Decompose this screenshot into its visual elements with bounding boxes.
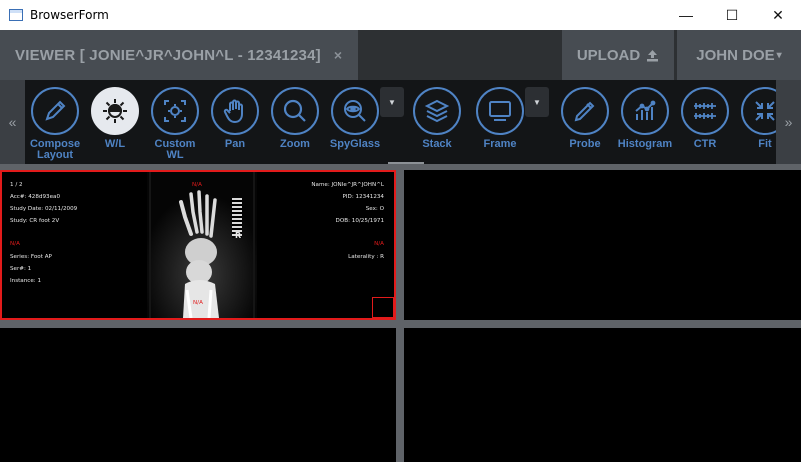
tool-label: Compose Layout — [29, 138, 81, 161]
tool-label: Probe — [569, 138, 601, 150]
tool-stack[interactable]: Stack — [407, 87, 467, 157]
user-menu-button[interactable]: JOHN DOE ▾ — [677, 30, 801, 80]
window-titlebar: BrowserForm — ☐ ✕ — [0, 0, 801, 30]
laterality-marker: R — [235, 231, 242, 240]
chevron-down-icon: ▾ — [776, 49, 782, 61]
resize-handle[interactable] — [372, 297, 394, 318]
tool-histogram[interactable]: Histogram — [615, 87, 675, 157]
upload-icon — [646, 49, 659, 62]
instance-number: Instance: 1 — [10, 278, 42, 284]
xray-image — [147, 172, 257, 319]
maximize-button[interactable]: ☐ — [709, 0, 755, 30]
tool-wl[interactable]: W/L — [85, 87, 145, 157]
overlay-na-top: N/A — [192, 182, 202, 188]
viewport-3[interactable] — [0, 328, 396, 462]
overlay-na-right: N/A — [374, 241, 384, 247]
study-description: Study: CR foot 2V — [10, 218, 60, 224]
tool-label: Custom WL — [154, 138, 196, 161]
window-title: BrowserForm — [30, 8, 109, 22]
layers-icon — [413, 87, 461, 135]
minimize-button[interactable]: — — [663, 0, 709, 30]
upload-button[interactable]: UPLOAD — [562, 30, 674, 80]
accession-number: Acc#: 428d93ea0 — [10, 194, 61, 200]
tool-compose-layout[interactable]: Compose Layout — [25, 87, 85, 161]
viewport-2[interactable] — [404, 170, 801, 320]
viewport-4[interactable] — [404, 328, 801, 462]
overlay-na-left: N/A — [10, 241, 20, 247]
series-description: Series: Foot AP — [10, 254, 52, 260]
toolbar-scroll-right[interactable]: » — [776, 80, 801, 164]
tab-close-icon[interactable]: × — [334, 47, 342, 63]
tool-frame[interactable]: Frame — [470, 87, 530, 157]
ruler-icon — [681, 87, 729, 135]
viewport-1[interactable]: R 1 / 2 Acc#: 428d93ea0 Study Date: 02/1… — [0, 170, 396, 320]
tool-spyglass[interactable]: SpyGlass — [325, 87, 385, 157]
tool-zoom[interactable]: Zoom — [265, 87, 325, 157]
patient-id: PID: 12341234 — [342, 194, 384, 200]
tool-probe[interactable]: Probe — [555, 87, 615, 157]
tool-label: CTR — [693, 138, 717, 150]
laterality: Laterality : R — [348, 254, 384, 260]
viewer-area: R 1 / 2 Acc#: 428d93ea0 Study Date: 02/1… — [0, 164, 801, 462]
fit-icon — [741, 87, 776, 135]
tool-ctr[interactable]: CTR — [675, 87, 735, 157]
tool-fit[interactable]: Fit — [735, 87, 776, 157]
tool-label: Fit — [758, 138, 772, 150]
toolbar: « » Compose Layout W/L Custom WL Pan Zoo… — [0, 80, 801, 164]
zoom-icon — [271, 87, 319, 135]
user-name: JOHN DOE — [696, 46, 775, 64]
series-number: Ser#: 1 — [10, 266, 32, 272]
probe-icon — [561, 87, 609, 135]
frame-dropdown-button[interactable]: ▼ — [525, 87, 549, 117]
spyglass-dropdown-button[interactable]: ▼ — [380, 87, 404, 117]
patient-dob: DOB: 10/25/1971 — [335, 218, 384, 224]
brightness-icon — [91, 87, 139, 135]
tool-label: Frame — [483, 138, 517, 150]
patient-name: Name: JONIe^JR^JOHN^L — [311, 182, 384, 188]
tool-label: Histogram — [617, 138, 673, 150]
frame-counter: 1 / 2 — [10, 182, 23, 188]
tool-label: SpyGlass — [329, 138, 381, 150]
pencil-icon — [31, 87, 79, 135]
overlay-na-bottom: N/A — [193, 300, 203, 306]
tool-label: Stack — [422, 138, 452, 150]
viewer-tab-label: VIEWER [ JONIE^JR^JOHN^L - 12341234] — [15, 46, 321, 64]
patient-sex: Sex: O — [365, 206, 384, 212]
custom-wl-icon — [151, 87, 199, 135]
frame-icon — [476, 87, 524, 135]
close-window-button[interactable]: ✕ — [755, 0, 801, 30]
histogram-icon — [621, 87, 669, 135]
upload-label: UPLOAD — [576, 46, 641, 64]
tool-label: Pan — [224, 138, 246, 150]
tab-viewer[interactable]: VIEWER [ JONIE^JR^JOHN^L - 12341234] × — [0, 30, 358, 80]
study-date: Study Date: 02/11/2009 — [10, 206, 78, 212]
tool-custom-wl[interactable]: Custom WL — [145, 87, 205, 161]
app-icon — [9, 9, 23, 21]
tool-pan[interactable]: Pan — [205, 87, 265, 157]
hand-icon — [211, 87, 259, 135]
spyglass-icon — [331, 87, 379, 135]
toolbar-tools: Compose Layout W/L Custom WL Pan Zoom Sp… — [25, 80, 776, 164]
app-header: VIEWER [ JONIE^JR^JOHN^L - 12341234] × U… — [0, 30, 801, 80]
tool-label: W/L — [104, 138, 126, 150]
tool-label: Zoom — [280, 138, 310, 150]
toolbar-scroll-left[interactable]: « — [0, 80, 25, 164]
